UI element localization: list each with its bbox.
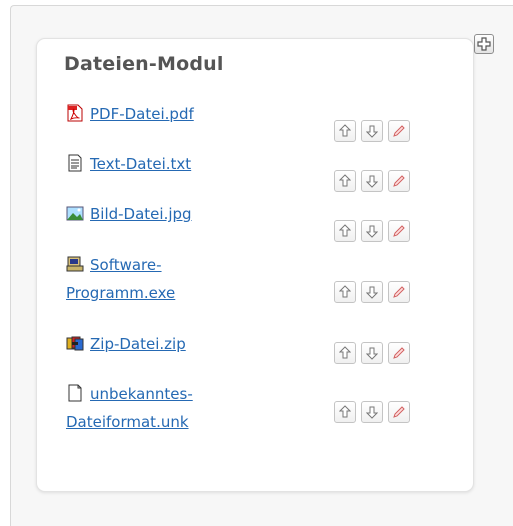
move-up-button[interactable] bbox=[334, 342, 356, 364]
add-module-button[interactable] bbox=[474, 34, 494, 54]
file-actions bbox=[334, 170, 410, 192]
file-actions bbox=[334, 281, 410, 303]
edit-button[interactable] bbox=[388, 170, 410, 192]
move-down-button[interactable] bbox=[361, 120, 383, 142]
file-link[interactable]: Zip-Datei.zip bbox=[90, 335, 186, 353]
move-up-button[interactable] bbox=[334, 281, 356, 303]
file-actions bbox=[334, 401, 410, 423]
file-item: Zip-Datei.zip bbox=[66, 330, 306, 358]
file-actions bbox=[334, 120, 410, 142]
file-actions bbox=[334, 220, 410, 242]
arrow-up-icon bbox=[339, 124, 351, 137]
file-item: Bild-Datei.jpg bbox=[66, 200, 306, 228]
pencil-icon bbox=[393, 175, 405, 187]
file-link[interactable]: PDF-Datei.pdf bbox=[90, 105, 194, 123]
zip-file-icon bbox=[66, 333, 84, 351]
arrow-up-icon bbox=[339, 405, 351, 418]
pencil-icon bbox=[393, 406, 405, 418]
arrow-up-icon bbox=[339, 174, 351, 187]
file-link[interactable]: unbekanntes- bbox=[90, 385, 193, 403]
move-up-button[interactable] bbox=[334, 401, 356, 423]
edit-button[interactable] bbox=[388, 120, 410, 142]
image-file-icon bbox=[66, 203, 84, 221]
pencil-icon bbox=[393, 347, 405, 359]
program-file-icon bbox=[66, 254, 84, 272]
edit-button[interactable] bbox=[388, 342, 410, 364]
file-link[interactable]: Bild-Datei.jpg bbox=[90, 205, 192, 223]
move-up-button[interactable] bbox=[334, 170, 356, 192]
arrow-down-icon bbox=[366, 286, 378, 299]
arrow-up-icon bbox=[339, 346, 351, 359]
file-link[interactable]: Programm.exe bbox=[66, 284, 175, 302]
file-link[interactable]: Dateiformat.unk bbox=[66, 413, 189, 431]
pencil-icon bbox=[393, 286, 405, 298]
arrow-down-icon bbox=[366, 406, 378, 419]
move-up-button[interactable] bbox=[334, 220, 356, 242]
file-item: PDF-Datei.pdf bbox=[66, 100, 306, 128]
arrow-up-icon bbox=[339, 224, 351, 237]
file-link[interactable]: Text-Datei.txt bbox=[90, 155, 191, 173]
arrow-up-icon bbox=[339, 285, 351, 298]
edit-button[interactable] bbox=[388, 220, 410, 242]
pdf-file-icon bbox=[66, 103, 84, 122]
add-plus-icon bbox=[477, 37, 491, 51]
arrow-down-icon bbox=[366, 125, 378, 138]
arrow-down-icon bbox=[366, 347, 378, 360]
arrow-down-icon bbox=[366, 175, 378, 188]
module-title: Dateien-Modul bbox=[64, 53, 224, 75]
file-item: unbekanntes- Dateiformat.unk bbox=[66, 380, 306, 436]
text-file-icon bbox=[66, 153, 84, 172]
edit-button[interactable] bbox=[388, 401, 410, 423]
move-down-button[interactable] bbox=[361, 342, 383, 364]
move-down-button[interactable] bbox=[361, 281, 383, 303]
pencil-icon bbox=[393, 125, 405, 137]
edit-button[interactable] bbox=[388, 281, 410, 303]
move-down-button[interactable] bbox=[361, 220, 383, 242]
file-item: Software- Programm.exe bbox=[66, 251, 306, 307]
file-actions bbox=[334, 342, 410, 364]
file-item: Text-Datei.txt bbox=[66, 150, 306, 178]
move-down-button[interactable] bbox=[361, 401, 383, 423]
pencil-icon bbox=[393, 225, 405, 237]
unknown-file-icon bbox=[66, 383, 84, 402]
file-link[interactable]: Software- bbox=[90, 256, 162, 274]
move-up-button[interactable] bbox=[334, 120, 356, 142]
move-down-button[interactable] bbox=[361, 170, 383, 192]
arrow-down-icon bbox=[366, 225, 378, 238]
